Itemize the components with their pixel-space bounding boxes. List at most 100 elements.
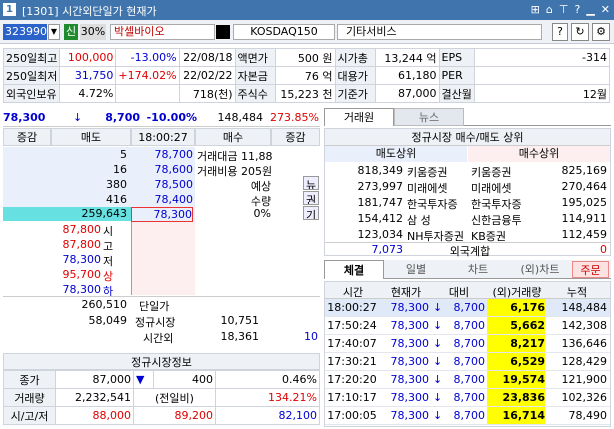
home-icon[interactable]: ⌂ <box>546 3 553 16</box>
sell-broker[interactable]: 삼 성 <box>407 212 471 228</box>
foreign-total-label: 외국계합 <box>449 245 491 258</box>
after-hours-value: 18,361 <box>220 330 260 343</box>
code-dropdown-icon[interactable]: ▼ <box>48 24 60 40</box>
rights-button[interactable]: 권 <box>303 191 319 205</box>
regular-label: 거래량 <box>3 388 56 407</box>
regular-market-title: 정규시장정보 <box>3 353 320 370</box>
ask-price[interactable]: 78,700 <box>131 148 194 161</box>
tick-time: 17:50:24 <box>327 319 377 332</box>
low-label: 저 <box>103 255 114 268</box>
stock-flag <box>216 25 230 39</box>
tick-row: 17:20:20 78,300 8,700 19,574 121,900 ↓ <box>325 371 610 389</box>
price-change: 8,700 <box>105 111 140 124</box>
tick-price: 78,300 <box>390 373 430 386</box>
window-number: 1 <box>3 3 16 16</box>
info-label: 기준가 <box>334 84 376 103</box>
tick-volume: 23,836 <box>487 389 545 406</box>
buy-top-header: 매수상위 <box>468 146 610 162</box>
expected-pct: 0% <box>253 207 271 220</box>
orderbook: 증감 매도 18:00:27 매수 증감 5 78,700 16 78,600 … <box>3 128 320 348</box>
foreign-buy: 0 <box>600 243 607 256</box>
sell-qty: 123,034 <box>357 228 404 241</box>
pin-icon[interactable]: ⊤ <box>559 3 569 16</box>
tick-cumulative: 128,429 <box>561 355 608 368</box>
tab-daily[interactable]: 일별 <box>386 260 446 279</box>
tick-cumulative: 142,308 <box>561 319 608 332</box>
stock-name: 박셀바이오 <box>110 24 215 40</box>
tab-ticks[interactable]: 체결 <box>324 260 384 279</box>
tick-row: 18:00:27 78,300 8,700 6,176 148,484 ↓ <box>325 299 610 317</box>
tick-tabs: 체결 일별 차트 (외)차트 주문 <box>324 260 611 279</box>
other-button[interactable]: 기 <box>303 206 319 220</box>
tab-foreign-chart[interactable]: (외)차트 <box>510 260 570 279</box>
tick-volume: 19,574 <box>487 371 545 388</box>
high-label: 고 <box>103 240 114 253</box>
col-header: (외)거래량 <box>492 286 542 299</box>
close-icon[interactable]: ✕ <box>601 3 610 16</box>
help-icon[interactable]: ? <box>574 3 580 16</box>
news-button[interactable]: 뉴 <box>303 176 319 190</box>
info-value: 4.72% <box>59 84 117 103</box>
regular-market-panel: 정규시장정보 종가 87,000 ▼ 400 0.46% 거래량 2,232,5… <box>3 353 320 426</box>
info-row: 250일최고 100,000 -13.00% 22/08/18 액면가 500 … <box>2 48 611 67</box>
tick-price: 78,300 <box>390 409 430 422</box>
refresh-button[interactable]: ↻ <box>571 23 589 41</box>
ask-price[interactable]: 78,400 <box>131 193 194 206</box>
sell-broker[interactable]: 미래에셋 <box>407 180 471 196</box>
info-value: 22/02/22 <box>178 66 236 85</box>
col-header: 대비 <box>448 286 470 299</box>
order-button[interactable]: 주문 <box>572 261 609 278</box>
upper-label: 상 <box>103 270 114 283</box>
layout-icon[interactable]: ⊞ <box>531 3 540 16</box>
broker-title: 정규시장 매수/매도 상위 <box>325 129 610 146</box>
minimize-icon[interactable]: ▁ <box>586 3 594 16</box>
stock-code-input[interactable]: 323990 <box>3 24 47 40</box>
close-price: 87,000 <box>55 370 134 389</box>
broker-panel: 정규시장 매수/매도 상위 매도상위 매수상위 818,349 키움증권 키움증… <box>324 128 611 258</box>
info-label: EPS <box>438 48 475 67</box>
sector: 기타서비스 <box>337 24 542 40</box>
help-button[interactable]: ? <box>552 23 568 41</box>
after-hours-label: 시간외 <box>143 332 174 345</box>
buy-broker[interactable]: 키움증권 <box>471 164 535 180</box>
buy-broker[interactable]: 한국투자증 <box>471 196 535 212</box>
buy-broker[interactable]: 미래에셋 <box>471 180 535 196</box>
info-value: -314 <box>473 48 611 67</box>
buy-broker[interactable]: 신한금융투 <box>471 212 535 228</box>
tab-chart[interactable]: 차트 <box>448 260 508 279</box>
prev-day-label: (전일비) <box>133 388 216 407</box>
foreign-sell: 7,073 <box>371 243 404 256</box>
expected-label: 예상 <box>250 180 272 193</box>
tick-price: 78,300 <box>390 319 430 332</box>
ask-price[interactable]: 78,300 <box>131 207 193 222</box>
high-value: 89,200 <box>133 406 216 425</box>
info-label: 자본금 <box>234 66 276 85</box>
tick-cumulative: 102,326 <box>561 391 608 404</box>
info-label: PER <box>438 66 475 85</box>
ask-price[interactable]: 78,600 <box>131 163 194 176</box>
window-title: [1301] 시간외단일가 현재가 <box>22 5 157 18</box>
sell-qty: 154,412 <box>357 212 404 225</box>
ask-qty: 16 <box>113 163 127 176</box>
sell-broker[interactable]: 키움증권 <box>407 164 471 180</box>
regular-label: 종가 <box>3 370 56 389</box>
down-arrow-icon: ↓ <box>433 409 443 422</box>
sell-broker[interactable]: 한국투자증 <box>407 196 471 212</box>
tick-cumulative: 121,900 <box>561 373 608 386</box>
info-value: 22/08/18 <box>178 48 236 67</box>
info-label: 250일최고 <box>2 48 61 67</box>
buy-qty: 270,464 <box>561 180 608 193</box>
settings-button[interactable]: ⚙ <box>592 23 610 41</box>
tick-table: 시간 현재가 대비 (외)거래량 누적 18:00:27 78,300 8,700 6… <box>324 281 611 427</box>
ask-price[interactable]: 78,500 <box>131 178 194 191</box>
trade-amount: 거래대금 11,881 <box>197 150 272 163</box>
tab-news[interactable]: 뉴스 <box>394 108 464 126</box>
regular-volume: 2,232,541 <box>55 388 134 407</box>
tick-row: 17:30:21 78,300 8,700 6,529 128,429 ↓ <box>325 353 610 371</box>
info-value: 718(천) <box>178 84 236 103</box>
market-index: KOSDAQ150 <box>233 24 335 40</box>
tab-broker[interactable]: 거래원 <box>324 108 394 126</box>
tick-row: 17:10:17 78,300 8,700 23,836 102,326 ↓ <box>325 389 610 407</box>
col-header: 증감 <box>271 128 320 146</box>
tick-volume: 6,529 <box>487 353 545 370</box>
